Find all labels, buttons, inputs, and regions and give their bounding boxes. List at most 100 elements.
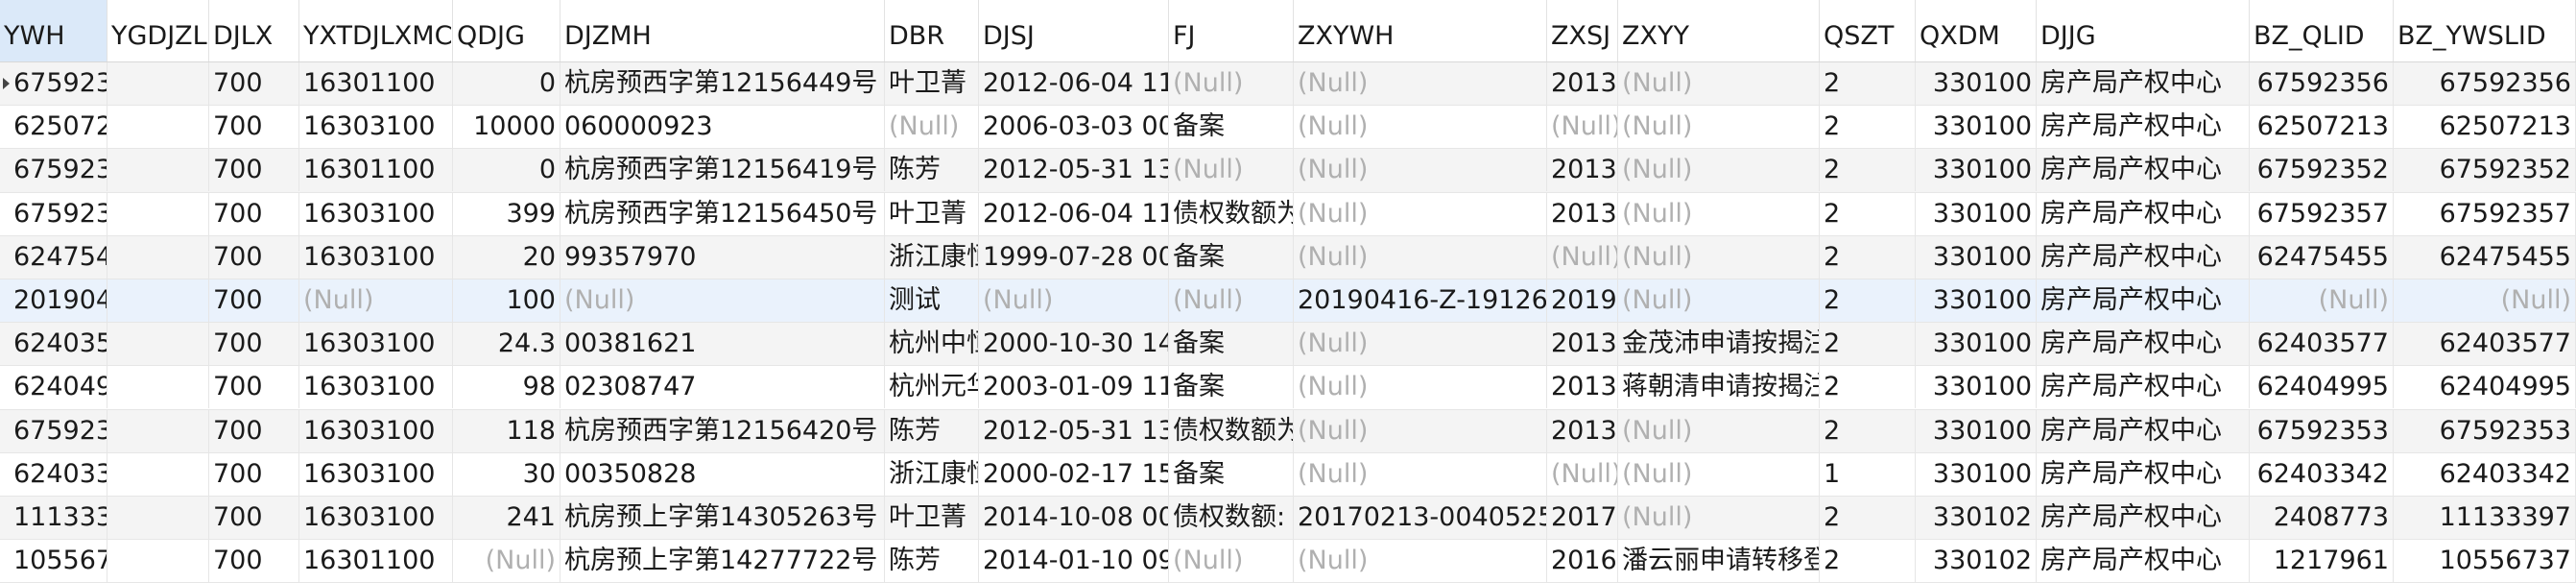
cell-zxyy[interactable]: (Null) xyxy=(1618,62,1820,105)
table-row[interactable]: 6759231 700163011000杭房预西字第12156419号陈芳2012… xyxy=(0,149,2576,193)
cell-zxyy[interactable]: (Null) xyxy=(1618,192,1820,235)
cell-bz-qlid[interactable]: 1217961 xyxy=(2250,540,2394,583)
cell-djsj[interactable]: 2000-02-17 15: xyxy=(979,452,1169,496)
cell-ywh[interactable]: 1055671 xyxy=(0,540,107,583)
cell-bz-qlid[interactable]: 62507213 xyxy=(2250,106,2394,149)
cell-fj[interactable]: (Null) xyxy=(1169,62,1294,105)
cell-dbr[interactable]: 叶卫菁 xyxy=(885,192,979,235)
cell-zxsj[interactable]: 2016- xyxy=(1547,540,1618,583)
cell-zxsj[interactable]: 2017- xyxy=(1547,496,1618,539)
cell-ywh[interactable]: 6759233 xyxy=(0,192,107,235)
cell-fj[interactable]: 债权数额为 xyxy=(1169,409,1294,452)
cell-yxtdjlxmc[interactable]: 16301100 xyxy=(299,149,453,192)
cell-qdjg[interactable]: 100 xyxy=(453,279,561,322)
cell-djjg[interactable]: 房产局产权中心 xyxy=(2037,540,2250,583)
cell-zxywh[interactable]: (Null) xyxy=(1294,323,1547,366)
cell-djzmh[interactable]: 杭房预上字第14305263号 xyxy=(561,496,885,539)
cell-bz-ywslid[interactable]: 67592352 xyxy=(2394,149,2576,192)
cell-yxtdjlxmc[interactable]: 16303100 xyxy=(299,496,453,539)
cell-ygdjzl[interactable] xyxy=(107,496,209,539)
cell-fj[interactable]: 债权数额为 xyxy=(1169,192,1294,235)
cell-yxtdjlxmc[interactable]: 16303100 xyxy=(299,235,453,279)
cell-yxtdjlxmc[interactable]: 16301100 xyxy=(299,540,453,583)
cell-dbr[interactable]: 陈芳 xyxy=(885,409,979,452)
cell-dbr[interactable]: 陈芳 xyxy=(885,149,979,192)
cell-yxtdjlxmc[interactable]: 16303100 xyxy=(299,323,453,366)
cell-yxtdjlxmc[interactable]: 16301100 xyxy=(299,62,453,105)
cell-bz-qlid[interactable]: 2408773 xyxy=(2250,496,2394,539)
cell-djlx[interactable]: 700 xyxy=(209,452,299,496)
cell-ygdjzl[interactable] xyxy=(107,409,209,452)
cell-yxtdjlxmc[interactable]: (Null) xyxy=(299,279,453,322)
cell-djsj[interactable]: 2014-01-10 09: xyxy=(979,540,1169,583)
cell-zxsj[interactable]: 2013- xyxy=(1547,366,1618,409)
cell-yxtdjlxmc[interactable]: 16303100 xyxy=(299,106,453,149)
cell-bz-qlid[interactable]: 67592357 xyxy=(2250,192,2394,235)
cell-qxdm[interactable]: 330100 xyxy=(1916,323,2037,366)
column-header-djlx[interactable]: DJLX xyxy=(209,0,299,61)
cell-fj[interactable]: (Null) xyxy=(1169,540,1294,583)
cell-zxywh[interactable]: 20170213-0040525 xyxy=(1294,496,1547,539)
cell-dbr[interactable]: 测试 xyxy=(885,279,979,322)
cell-qxdm[interactable]: 330100 xyxy=(1916,106,2037,149)
column-header-yxtdjlxmc[interactable]: YXTDJLXMC xyxy=(299,0,453,61)
cell-djsj[interactable]: 2000-10-30 14: xyxy=(979,323,1169,366)
cell-qdjg[interactable]: 0 xyxy=(453,62,561,105)
cell-qszt[interactable]: 2 xyxy=(1820,106,1916,149)
cell-zxyy[interactable]: (Null) xyxy=(1618,235,1820,279)
cell-djlx[interactable]: 700 xyxy=(209,149,299,192)
cell-bz-qlid[interactable]: 62404995 xyxy=(2250,366,2394,409)
cell-bz-qlid[interactable]: 67592356 xyxy=(2250,62,2394,105)
cell-fj[interactable]: (Null) xyxy=(1169,149,1294,192)
cell-dbr[interactable]: 叶卫菁 xyxy=(885,496,979,539)
cell-djzmh[interactable]: 00381621 xyxy=(561,323,885,366)
column-header-djsj[interactable]: DJSJ xyxy=(979,0,1169,61)
cell-djsj[interactable]: 2012-05-31 13: xyxy=(979,409,1169,452)
cell-zxsj[interactable]: 2013- xyxy=(1547,409,1618,452)
cell-qszt[interactable]: 2 xyxy=(1820,62,1916,105)
cell-djsj[interactable]: 2006-03-03 00: xyxy=(979,106,1169,149)
cell-qszt[interactable]: 2 xyxy=(1820,540,1916,583)
cell-zxsj[interactable]: 2013- xyxy=(1547,192,1618,235)
cell-zxyy[interactable]: 潘云丽申请转移登 xyxy=(1618,540,1820,583)
cell-qdjg[interactable]: 399 xyxy=(453,192,561,235)
cell-qxdm[interactable]: 330100 xyxy=(1916,366,2037,409)
cell-djzmh[interactable]: 杭房预西字第12156449号 xyxy=(561,62,885,105)
cell-fj[interactable]: 备案 xyxy=(1169,452,1294,496)
table-row[interactable]: 6240493 700163031009802308747杭州元华2003-01-… xyxy=(0,366,2576,410)
cell-ywh[interactable]: 6250723 xyxy=(0,106,107,149)
cell-djjg[interactable]: 房产局产权中心 xyxy=(2037,235,2250,279)
cell-qxdm[interactable]: 330100 xyxy=(1916,235,2037,279)
cell-djzmh[interactable]: (Null) xyxy=(561,279,885,322)
cell-djlx[interactable]: 700 xyxy=(209,366,299,409)
cell-ygdjzl[interactable] xyxy=(107,192,209,235)
cell-bz-ywslid[interactable]: 67592357 xyxy=(2394,192,2576,235)
cell-zxsj[interactable]: (Null) xyxy=(1547,106,1618,149)
cell-yxtdjlxmc[interactable]: 16303100 xyxy=(299,409,453,452)
cell-zxywh[interactable]: (Null) xyxy=(1294,366,1547,409)
cell-zxywh[interactable]: (Null) xyxy=(1294,235,1547,279)
cell-bz-ywslid[interactable]: 67592356 xyxy=(2394,62,2576,105)
cell-djsj[interactable]: 2012-06-04 11: xyxy=(979,192,1169,235)
cell-djsj[interactable]: 2012-05-31 13: xyxy=(979,149,1169,192)
cell-djjg[interactable]: 房产局产权中心 xyxy=(2037,452,2250,496)
table-row[interactable]: 675923370016303100399杭房预西字第12156450号叶卫菁2… xyxy=(0,192,2576,236)
cell-fj[interactable]: 备案 xyxy=(1169,235,1294,279)
cell-qdjg[interactable]: 20 xyxy=(453,235,561,279)
column-header-bz-qlid[interactable]: BZ_QLID xyxy=(2250,0,2394,61)
cell-zxywh[interactable]: (Null) xyxy=(1294,106,1547,149)
cell-ygdjzl[interactable] xyxy=(107,235,209,279)
column-header-zxywh[interactable]: ZXYWH xyxy=(1294,0,1547,61)
cell-fj[interactable]: 备案 xyxy=(1169,323,1294,366)
cell-qdjg[interactable]: 0 xyxy=(453,149,561,192)
cell-qxdm[interactable]: 330100 xyxy=(1916,149,2037,192)
cell-qdjg[interactable]: 10000 xyxy=(453,106,561,149)
cell-qdjg[interactable]: 24.3 xyxy=(453,323,561,366)
cell-bz-ywslid[interactable]: 10556737 xyxy=(2394,540,2576,583)
cell-ygdjzl[interactable] xyxy=(107,540,209,583)
data-grid[interactable]: YWH YGDJZL DJLX YXTDJLXMC QDJG DJZMH DBR DJSJ FJ… xyxy=(0,0,2576,583)
cell-djjg[interactable]: 房产局产权中心 xyxy=(2037,106,2250,149)
cell-zxywh[interactable]: (Null) xyxy=(1294,409,1547,452)
cell-qxdm[interactable]: 330100 xyxy=(1916,409,2037,452)
cell-djzmh[interactable]: 杭房预西字第12156420号 xyxy=(561,409,885,452)
